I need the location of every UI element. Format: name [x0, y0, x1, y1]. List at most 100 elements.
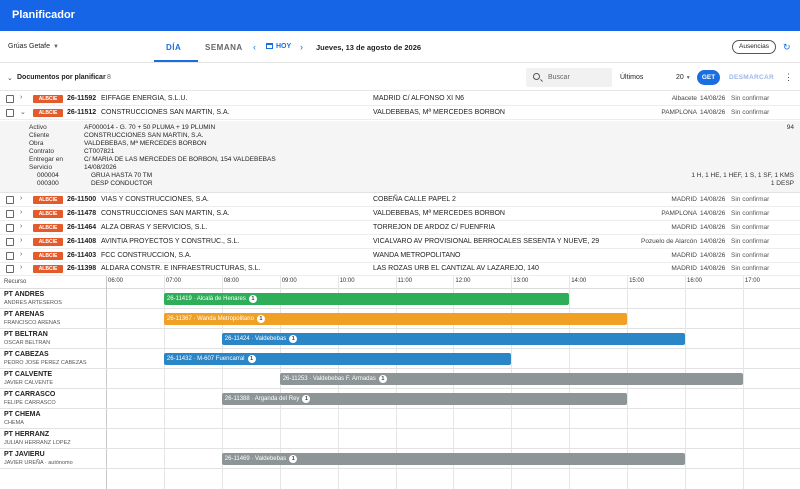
job-bar-label: 26-11424 · Valdebebas [224, 336, 287, 342]
refresh-icon[interactable]: ↻ [783, 42, 791, 53]
chevron-right-icon[interactable]: › [20, 223, 22, 230]
job-bar[interactable]: 26-11367 · Wanda Metropolitano 1 [163, 313, 628, 325]
row-checkbox[interactable] [6, 224, 14, 232]
row-checkbox[interactable] [6, 196, 14, 204]
job-bar-label: 26-11367 · Wanda Metropolitano [166, 316, 254, 322]
row-checkbox[interactable] [6, 109, 14, 117]
job-bar[interactable]: 26-11469 · Valdebebas 1 [221, 453, 685, 465]
document-row[interactable]: › ALBCIE 26-11464 ALZA OBRAS Y SERVICIOS… [0, 221, 800, 235]
job-bar[interactable]: 26-11432 · M-607 Fuencarral 1 [163, 353, 512, 365]
doc-type-badge: ALBCIE [33, 224, 63, 232]
crane-group-select[interactable]: Grúas Getafe ▼ [8, 43, 59, 50]
chevron-right-icon[interactable]: › [20, 251, 22, 258]
resource-name: PT JAVIERU [4, 451, 45, 458]
get-button[interactable]: GET [697, 70, 720, 85]
current-date: Jueves, 13 de agosto de 2026 [316, 43, 422, 52]
doc-date: 14/08/26 [700, 109, 726, 116]
job-count-badge: 1 [289, 455, 298, 463]
doc-status: Sin confirmar [731, 95, 770, 102]
chevron-down-icon[interactable]: ⌄ [7, 74, 13, 82]
job-count-badge: 1 [378, 375, 387, 383]
row-checkbox[interactable] [6, 95, 14, 103]
doc-status: Sin confirmar [731, 210, 770, 217]
detail-contract-label: Contrato [29, 148, 54, 155]
job-bar[interactable]: 26-11419 · Alcalá de Henares 1 [163, 293, 570, 305]
detail-service-label: Servicio [29, 164, 53, 171]
job-bar[interactable]: 26-11388 · Arganda del Rey 1 [221, 393, 628, 405]
doc-client: VIAS Y CONSTRUCCIONES, S.A. [101, 196, 209, 203]
doc-city: Albacete [671, 95, 697, 102]
resource-name: PT CHEMA [4, 411, 41, 418]
resource-name: PT CARRASCO [4, 391, 56, 398]
job-bar-label: 26-11432 · M-607 Fuencarral [166, 356, 245, 362]
resource-timeline: Recurso 06:00 07:00 08:00 09:00 10:00 11:00 12… [0, 276, 800, 489]
detail-line-code: 000300 [37, 180, 59, 187]
document-row[interactable]: › ALBCIE 26-11408 AVINTIA PROYECTOS Y CO… [0, 235, 800, 249]
doc-client: CONSTRUCCIONES SAN MARTIN, S.A. [101, 210, 230, 217]
doc-address: LAS ROZAS URB EL CANTIZAL AV LAZAREJO, 1… [373, 265, 539, 272]
detail-line-qty: 1 DESP [770, 180, 794, 187]
resource-driver: PEDRO JOSE PEREZ CABEZAS [4, 360, 87, 366]
hour-label: 13:00 [513, 278, 529, 284]
doc-city: MADRID [671, 265, 697, 272]
job-bar[interactable]: 26-11253 · Valdebebas F. Armadas 1 [279, 373, 743, 385]
unmark-button[interactable]: DESMARCAR [729, 74, 774, 81]
chevron-left-icon[interactable]: ‹ [253, 42, 256, 52]
app-bar: Planificador [0, 0, 800, 31]
hour-label: 09:00 [281, 278, 297, 284]
doc-type-badge: ALBCIE [33, 265, 63, 273]
tab-week[interactable]: SEMANA [205, 43, 243, 52]
resource-driver: ANDRES ARTESEROS [4, 300, 62, 306]
document-row[interactable]: ⌄ ALBCIE 26-11512 CONSTRUCCIONES SAN MAR… [0, 106, 800, 120]
row-checkbox[interactable] [6, 265, 14, 273]
row-checkbox[interactable] [6, 252, 14, 260]
detail-active-right: 94 [786, 124, 794, 131]
document-row[interactable]: › ALBCIE 26-11500 VIAS Y CONSTRUCCIONES,… [0, 193, 800, 207]
resource-driver: JAVIER UREÑA · autónomo [4, 460, 73, 466]
more-vert-icon[interactable]: ⋮ [784, 72, 793, 83]
pending-documents-header: ⌄ Documentos por planificar 8 Últimos 20… [0, 63, 800, 91]
chevron-right-icon[interactable]: › [20, 195, 22, 202]
row-checkbox[interactable] [6, 210, 14, 218]
job-bar[interactable]: 26-11424 · Valdebebas 1 [221, 333, 685, 345]
detail-contract-value: CT007821 [84, 148, 115, 155]
today-button[interactable]: HOY [266, 43, 291, 50]
doc-code: 26-11464 [67, 224, 97, 231]
row-checkbox[interactable] [6, 238, 14, 246]
document-row[interactable]: › ALBCIE 26-11478 CONSTRUCCIONES SAN MAR… [0, 207, 800, 221]
doc-city: PAMPLONA [661, 109, 697, 116]
resource-name: PT BELTRAN [4, 331, 48, 338]
document-row[interactable]: › ALBCIE 26-11592 EIFFAGE ENERGIA, S.L.U… [0, 92, 800, 106]
doc-code: 26-11592 [67, 95, 97, 102]
tab-day[interactable]: DÍA [166, 43, 181, 52]
calendar-icon [266, 43, 273, 49]
chevron-right-icon[interactable]: › [300, 42, 303, 52]
hour-label: 08:00 [223, 278, 239, 284]
detail-deliver-value: C/ MARIA DE LAS MERCEDES DE BORBON, 154 … [84, 156, 276, 163]
resource-driver: FELIPE CARRASCO [4, 400, 56, 406]
chevron-right-icon[interactable]: › [20, 264, 22, 271]
chevron-right-icon[interactable]: › [20, 94, 22, 101]
search-input[interactable] [548, 71, 608, 84]
resource-row: PT CHEMA CHEMA [0, 409, 800, 429]
doc-client: AVINTIA PROYECTOS Y CONSTRUC., S.L. [101, 238, 240, 245]
doc-city: PAMPLONA [661, 210, 697, 217]
doc-date: 14/08/26 [700, 95, 726, 102]
detail-active-label: Activo [29, 124, 47, 131]
document-row[interactable]: › ALBCIE 26-11403 FCC CONSTRUCCION, S.A.… [0, 249, 800, 263]
last-count-select[interactable]: 20 ▼ [676, 74, 691, 81]
hour-label: 15:00 [629, 278, 645, 284]
chevron-right-icon[interactable]: › [20, 209, 22, 216]
detail-work-label: Obra [29, 140, 44, 147]
chevron-right-icon[interactable]: › [20, 237, 22, 244]
detail-line-code: 000004 [37, 172, 59, 179]
doc-code: 26-11398 [67, 265, 97, 272]
document-row[interactable]: › ALBCIE 26-11398 ALDARA CONSTR. E INFRA… [0, 262, 800, 276]
doc-code: 26-11408 [67, 238, 97, 245]
chevron-down-icon[interactable]: ⌄ [20, 108, 26, 116]
resource-name: PT ARENAS [4, 311, 45, 318]
absences-button[interactable]: Ausencias [732, 40, 776, 54]
search-icon [533, 73, 540, 80]
resource-name: PT CABEZAS [4, 351, 49, 358]
doc-status: Sin confirmar [731, 238, 770, 245]
